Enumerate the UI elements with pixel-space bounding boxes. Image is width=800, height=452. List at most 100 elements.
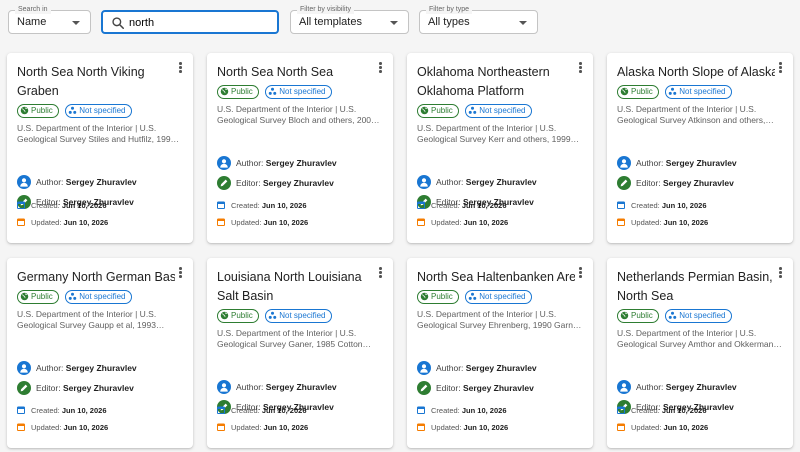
author-prefix: Author:	[636, 382, 664, 392]
not-specified-badge: Not specified	[65, 290, 132, 304]
calendar-icon	[617, 201, 625, 209]
public-badge-label: Public	[431, 292, 453, 301]
updated-date: Jun 10, 2026	[463, 218, 509, 227]
group-icon	[469, 292, 477, 300]
edit-pencil-icon	[617, 176, 631, 190]
public-badge: Public	[417, 104, 459, 118]
updated-prefix: Updated:	[31, 218, 62, 227]
globe-icon	[420, 292, 429, 300]
card-description: U.S. Department of the Interior | U.S. G…	[417, 123, 580, 144]
template-card[interactable]: Oklahoma Northeastern Oklahoma Platform …	[407, 53, 593, 243]
created-prefix: Created:	[631, 406, 660, 415]
card-title[interactable]: Netherlands Permian Basin, North Sea	[617, 268, 775, 306]
more-vert-icon[interactable]	[379, 62, 383, 74]
person-icon	[17, 361, 31, 375]
more-vert-icon[interactable]	[779, 267, 783, 279]
updated-row: Updated: Jun 10, 2026	[617, 423, 708, 433]
not-specified-badge: Not specified	[665, 309, 732, 323]
author-prefix: Author:	[636, 158, 664, 168]
author-prefix: Author:	[436, 363, 464, 373]
person-icon	[217, 380, 231, 394]
updated-date: Jun 10, 2026	[463, 423, 509, 432]
author-name: Sergey Zhuravlev	[665, 158, 737, 168]
public-badge: Public	[217, 85, 259, 99]
card-title[interactable]: Louisiana North Louisiana Salt Basin	[217, 268, 375, 306]
visibility-label: Filter by visibility	[297, 5, 354, 14]
globe-icon	[20, 106, 29, 114]
type-value: All types	[428, 16, 470, 28]
search-in-select[interactable]: Search in Name	[8, 5, 91, 34]
card-chips: Public Not specified	[617, 309, 734, 323]
template-card[interactable]: Alaska North Slope of Alaska Public Not …	[607, 53, 793, 243]
updated-row: Updated: Jun 10, 2026	[17, 423, 108, 433]
updated-row: Updated: Jun 10, 2026	[217, 218, 308, 228]
calendar-update-icon	[217, 423, 225, 431]
author-row: Author: Sergey Zhuravlev	[217, 380, 337, 394]
template-card[interactable]: Louisiana North Louisiana Salt Basin Pub…	[207, 258, 393, 448]
template-card[interactable]: North Sea North Viking Graben Public Not…	[7, 53, 193, 243]
not-specified-badge: Not specified	[465, 104, 532, 118]
updated-prefix: Updated:	[31, 423, 62, 432]
created-prefix: Created:	[431, 406, 460, 415]
card-chips: Public Not specified	[217, 85, 334, 99]
person-icon	[417, 175, 431, 189]
author-row: Author: Sergey Zhuravlev	[617, 380, 737, 394]
updated-date: Jun 10, 2026	[663, 218, 709, 227]
updated-date: Jun 10, 2026	[263, 423, 309, 432]
edit-pencil-icon	[217, 176, 231, 190]
updated-row: Updated: Jun 10, 2026	[617, 218, 708, 228]
template-card[interactable]: Germany North German Basin Public Not sp…	[7, 258, 193, 448]
card-title[interactable]: Oklahoma Northeastern Oklahoma Platform	[417, 63, 575, 101]
card-chips: Public Not specified	[417, 104, 534, 118]
card-chips: Public Not specified	[417, 290, 534, 304]
globe-icon	[620, 87, 629, 95]
author-prefix: Author:	[236, 158, 264, 168]
author-row: Author: Sergey Zhuravlev	[17, 361, 137, 375]
card-description: U.S. Department of the Interior | U.S. G…	[217, 328, 372, 349]
author-name: Sergey Zhuravlev	[265, 158, 337, 168]
created-date: Jun 10, 2026	[61, 201, 107, 210]
more-vert-icon[interactable]	[379, 267, 383, 279]
card-title[interactable]: North Sea Haltenbanken Area	[417, 268, 575, 287]
created-row: Created: Jun 10, 2026	[17, 406, 107, 416]
visibility-select[interactable]: Filter by visibility All templates	[290, 5, 409, 34]
more-vert-icon[interactable]	[179, 267, 183, 279]
calendar-update-icon	[217, 218, 225, 226]
not-specified-badge-label: Not specified	[479, 106, 526, 115]
template-card[interactable]: Netherlands Permian Basin, North Sea Pub…	[607, 258, 793, 448]
more-vert-icon[interactable]	[179, 62, 183, 74]
not-specified-badge-label: Not specified	[479, 292, 526, 301]
updated-row: Updated: Jun 10, 2026	[417, 218, 508, 228]
more-vert-icon[interactable]	[579, 267, 583, 279]
group-icon	[69, 106, 77, 114]
globe-icon	[220, 311, 229, 319]
editor-name: Sergey Zhuravlev	[62, 383, 134, 393]
public-badge: Public	[617, 85, 659, 99]
group-icon	[269, 311, 277, 319]
calendar-icon	[417, 201, 425, 209]
card-title[interactable]: Germany North German Basin	[17, 268, 175, 287]
card-title[interactable]: Alaska North Slope of Alaska	[617, 63, 775, 82]
template-card[interactable]: North Sea North Sea Public Not specified…	[207, 53, 393, 243]
calendar-icon	[17, 406, 25, 414]
edit-pencil-icon	[17, 381, 31, 395]
created-date: Jun 10, 2026	[61, 406, 107, 415]
calendar-update-icon	[417, 218, 425, 226]
updated-prefix: Updated:	[431, 218, 462, 227]
search-input[interactable]	[129, 15, 269, 30]
template-card[interactable]: North Sea Haltenbanken Area Public Not s…	[407, 258, 593, 448]
public-badge-label: Public	[31, 292, 53, 301]
more-vert-icon[interactable]	[579, 62, 583, 74]
card-title[interactable]: North Sea North Viking Graben	[17, 63, 175, 101]
more-vert-icon[interactable]	[779, 62, 783, 74]
author-name: Sergey Zhuravlev	[65, 363, 137, 373]
created-row: Created: Jun 10, 2026	[417, 201, 507, 211]
author-row: Author: Sergey Zhuravlev	[217, 156, 337, 170]
updated-prefix: Updated:	[231, 423, 262, 432]
group-icon	[669, 87, 677, 95]
card-title[interactable]: North Sea North Sea	[217, 63, 375, 82]
public-badge: Public	[217, 309, 259, 323]
search-field[interactable]	[101, 10, 279, 34]
type-select[interactable]: Filter by type All types	[419, 5, 538, 34]
not-specified-badge-label: Not specified	[79, 292, 126, 301]
